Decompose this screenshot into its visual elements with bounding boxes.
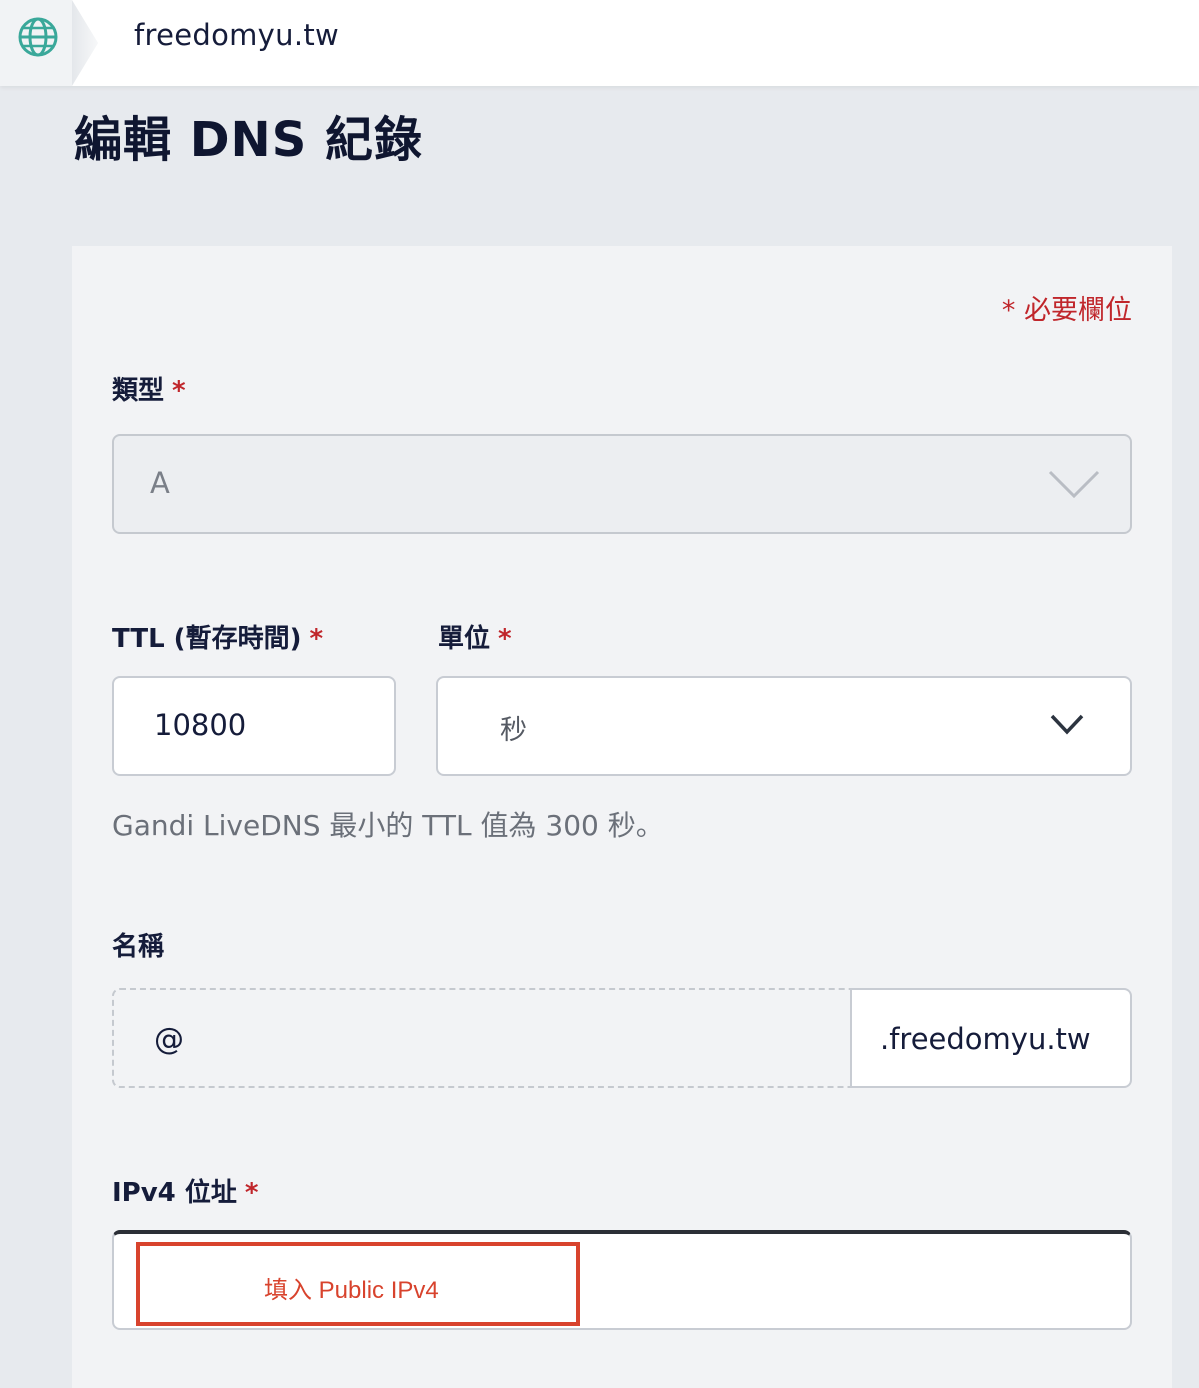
type-select-value: A [150,466,170,500]
ipv4-annotation-text: 填入 Public IPv4 [264,1277,439,1304]
name-input-value: @ [154,1022,184,1057]
ttl-hint: Gandi LiveDNS 最小的 TTL 值為 300 秒。 [112,809,664,842]
domain-name[interactable]: freedomyu.tw [134,18,339,52]
ttl-label: TTL (暫存時間) * [112,618,323,655]
ipv4-label: IPv4 位址 * [112,1172,258,1209]
name-domain-suffix: .freedomyu.tw [850,988,1132,1088]
name-input[interactable]: @ [112,988,852,1088]
type-label-text: 類型 [112,376,165,406]
top-bar: freedomyu.tw [0,0,1199,86]
dns-record-form: * 必要欄位 類型 * A TTL (暫存時間) * 10800 單位 * 秒 Gan… [72,246,1172,1388]
ttl-label-text: TTL (暫存時間) [112,624,302,654]
chevron-down-icon [1050,714,1084,735]
required-star: * [172,376,186,406]
required-fields-note: * 必要欄位 [1001,295,1132,326]
unit-label-text: 單位 [438,624,491,654]
domain-breadcrumb-tab[interactable] [0,0,98,86]
name-label-text: 名稱 [112,932,165,962]
unit-label: 單位 * [438,618,512,655]
ttl-input[interactable]: 10800 [112,676,396,776]
ttl-input-value: 10800 [154,708,247,742]
type-label: 類型 * [112,370,186,407]
required-star: * [244,1178,259,1208]
chevron-down-icon [1048,470,1100,499]
globe-icon [18,17,58,57]
required-star: * [309,624,324,654]
ipv4-label-text: IPv4 位址 [112,1178,237,1208]
page-title: 編輯 DNS 紀錄 [74,112,424,168]
type-select[interactable]: A [112,434,1132,534]
unit-select[interactable]: 秒 [436,676,1132,776]
unit-select-value: 秒 [500,715,527,746]
required-star: * [498,624,512,654]
domain-suffix-text: .freedomyu.tw [880,1022,1091,1056]
name-label: 名稱 [112,926,164,963]
ipv4-annotation-box: 填入 Public IPv4 [136,1242,580,1326]
